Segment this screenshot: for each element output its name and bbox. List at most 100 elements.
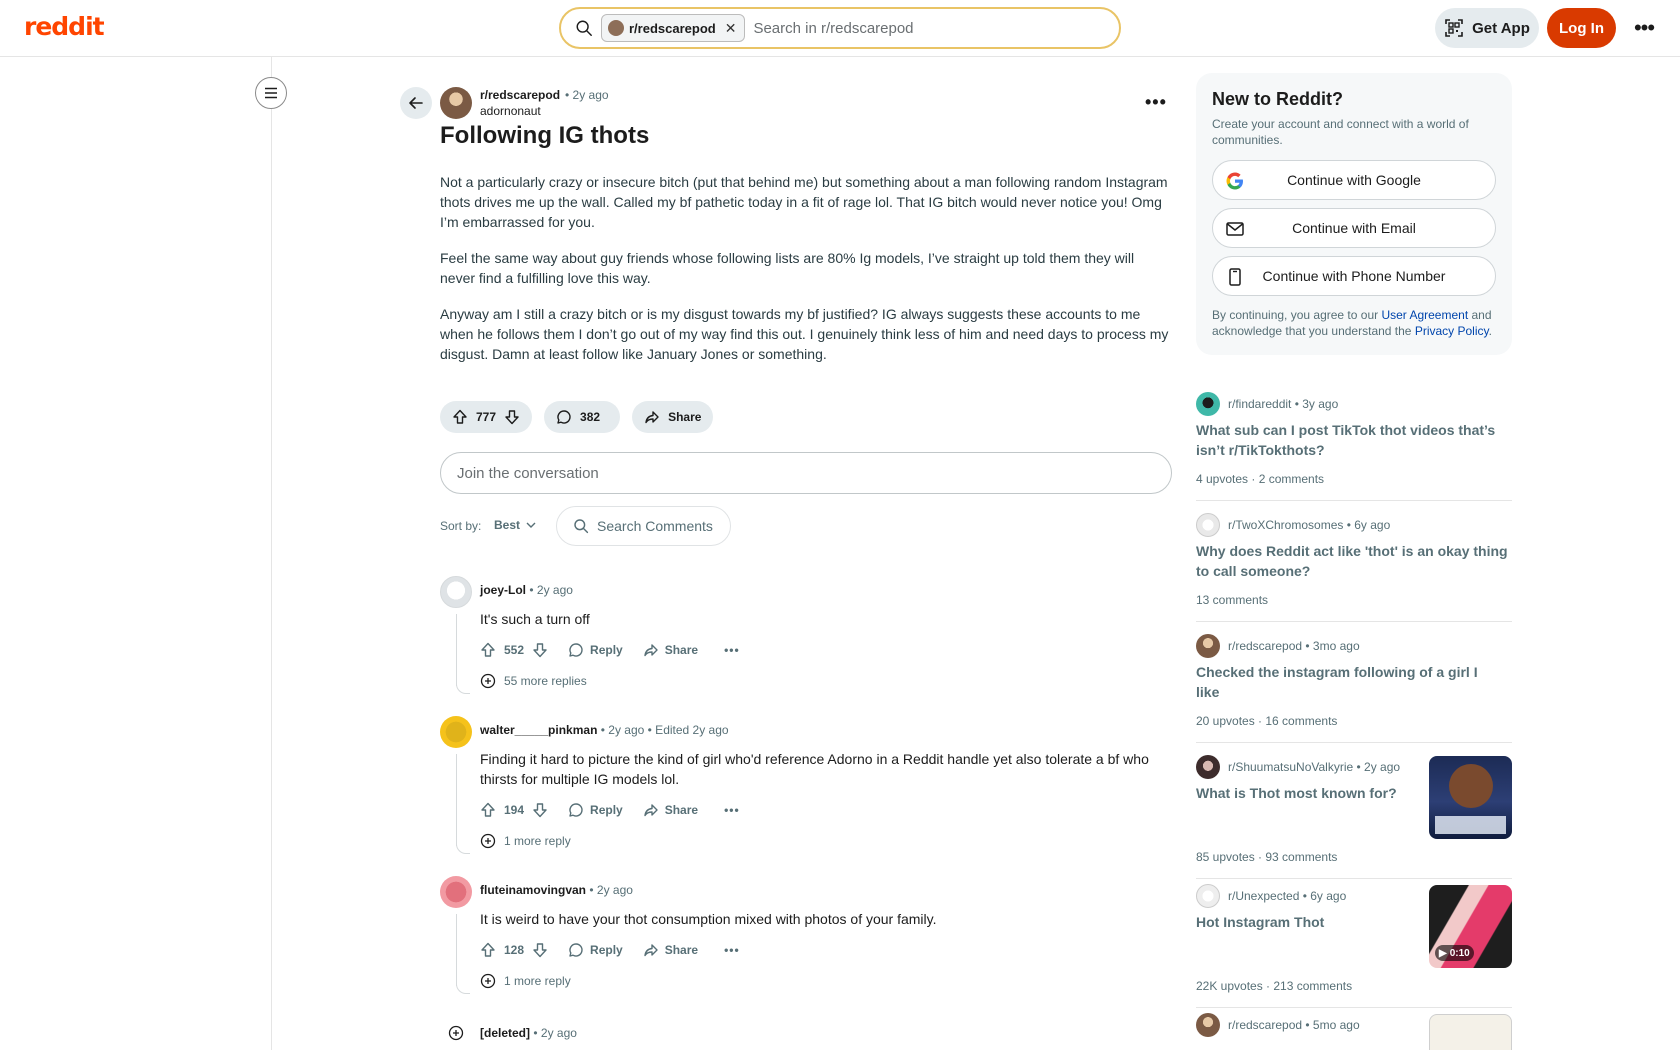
menu-icon [265, 87, 277, 99]
search-comments-button[interactable]: Search Comments [556, 506, 731, 546]
related-post-stats: 4 upvotes · 2 comments [1196, 472, 1325, 486]
post-vote-count: 777 [476, 410, 497, 424]
continue-with-google-button[interactable]: Continue with Google [1212, 160, 1496, 200]
related-post-subreddit[interactable]: r/ShuumatsuNoValkyrie [1228, 760, 1353, 774]
reply-button[interactable]: Reply [568, 802, 623, 818]
comment: joey-Lol • 2y ago It's such a turn off 5… [440, 576, 1172, 696]
comment-username[interactable]: joey-Lol [480, 583, 526, 597]
thumbnail-caption-bar [1435, 816, 1506, 834]
reply-button[interactable]: Reply [568, 642, 623, 658]
thread-line[interactable] [456, 754, 457, 846]
more-options-icon[interactable]: ••• [1630, 15, 1658, 40]
login-button[interactable]: Log In [1547, 8, 1616, 48]
post-more-options-icon[interactable]: ••• [1145, 92, 1167, 113]
comment-more-options-icon[interactable]: ••• [724, 943, 740, 957]
share-button[interactable]: Share [643, 942, 698, 958]
more-replies-button[interactable]: 1 more reply [480, 833, 571, 849]
plus-circle-icon [480, 673, 496, 689]
reply-button[interactable]: Reply [568, 942, 623, 958]
related-post-subreddit[interactable]: r/Unexpected [1228, 889, 1299, 903]
related-post-title[interactable]: What sub can I post TikTok thot videos t… [1196, 420, 1512, 460]
related-post-title[interactable]: Hot Instagram Thot [1196, 912, 1416, 932]
upvote-icon[interactable] [480, 802, 496, 818]
related-post[interactable]: r/redscarepod • 5mo ago [1196, 1013, 1512, 1050]
close-icon[interactable]: ✕ [725, 20, 737, 37]
related-post[interactable]: r/Unexpected • 6y ago Hot Instagram Thot… [1196, 884, 1512, 1008]
comment-more-options-icon[interactable]: ••• [724, 803, 740, 817]
thread-connector [456, 980, 470, 994]
avatar[interactable] [440, 876, 472, 908]
share-icon [644, 944, 658, 957]
downvote-icon[interactable] [504, 409, 520, 425]
get-app-label: Get App [1472, 19, 1530, 37]
thumbnail-figure [1449, 764, 1493, 808]
search-input[interactable] [753, 19, 1054, 37]
comment-more-options-icon[interactable]: ••• [724, 643, 740, 657]
downvote-icon[interactable] [532, 642, 548, 658]
continue-with-email-button[interactable]: Continue with Email [1212, 208, 1496, 248]
related-post-subreddit[interactable]: r/redscarepod [1228, 639, 1302, 653]
more-replies-button[interactable]: 1 more reply [480, 973, 571, 989]
downvote-icon[interactable] [532, 942, 548, 958]
chevron-down-icon [526, 522, 536, 528]
reddit-logo[interactable]: reddit [24, 12, 105, 41]
avatar [1196, 1013, 1220, 1037]
sort-dropdown[interactable]: Best [494, 518, 536, 532]
thread-line[interactable] [456, 914, 457, 986]
share-label: Share [664, 943, 699, 957]
upvote-icon[interactable] [480, 942, 496, 958]
user-agreement-link[interactable]: User Agreement [1381, 308, 1468, 322]
thread-line[interactable] [456, 614, 457, 686]
post-vote-control: 777 [440, 401, 533, 433]
related-post-stats: 85 upvotes · 93 comments [1196, 850, 1338, 864]
related-post-title[interactable]: What is Thot most known for? [1196, 783, 1416, 803]
search-bar[interactable]: r/redscarepod ✕ [559, 7, 1121, 49]
qr-code-icon [1445, 19, 1463, 37]
related-post[interactable]: r/findareddit • 3y ago What sub can I po… [1196, 392, 1512, 501]
subreddit-avatar[interactable] [440, 87, 472, 119]
related-post-title[interactable]: Why does Reddit act like 'thot' is an ok… [1196, 541, 1512, 581]
continue-with-phone-button[interactable]: Continue with Phone Number [1212, 256, 1496, 296]
comment-timestamp: • 2y ago [589, 883, 633, 897]
related-post-thumbnail[interactable] [1429, 756, 1512, 839]
more-replies-button[interactable]: 55 more replies [480, 673, 587, 689]
related-post-subreddit[interactable]: r/TwoXChromosomes [1228, 518, 1343, 532]
post-author-link[interactable]: adornonaut [480, 104, 541, 118]
get-app-button[interactable]: Get App [1435, 8, 1539, 48]
search-comments-label: Search Comments [597, 518, 713, 534]
related-post-header: r/ShuumatsuNoValkyrie • 2y ago [1196, 755, 1400, 779]
join-conversation-input[interactable]: Join the conversation [440, 452, 1172, 494]
back-button[interactable] [400, 87, 432, 119]
expand-comment-icon[interactable] [448, 1025, 464, 1041]
avatar[interactable] [440, 716, 472, 748]
post-subreddit-link[interactable]: r/redscarepod [480, 88, 560, 102]
legal-text-part: By continuing, you agree to our [1212, 308, 1382, 322]
related-post-subreddit[interactable]: r/redscarepod [1228, 1018, 1302, 1032]
expand-navigation-button[interactable] [255, 77, 287, 109]
upvote-icon[interactable] [452, 409, 468, 425]
comment-username[interactable]: walter_____pinkman [480, 723, 597, 737]
privacy-policy-link[interactable]: Privacy Policy [1415, 324, 1489, 338]
related-post[interactable]: r/TwoXChromosomes • 6y ago Why does Redd… [1196, 513, 1512, 622]
subreddit-search-chip[interactable]: r/redscarepod ✕ [601, 14, 746, 42]
related-post[interactable]: r/redscarepod • 3mo ago Checked the inst… [1196, 634, 1512, 743]
share-button[interactable]: Share [643, 802, 698, 818]
related-post[interactable]: r/ShuumatsuNoValkyrie • 2y ago What is T… [1196, 755, 1512, 879]
related-post-title[interactable]: Checked the instagram following of a gir… [1196, 662, 1496, 702]
related-post-time: • 3y ago [1294, 397, 1339, 411]
avatar [1196, 755, 1220, 779]
comment-header: [deleted] • 2y ago [480, 1026, 577, 1040]
avatar[interactable] [440, 576, 472, 608]
downvote-icon[interactable] [532, 802, 548, 818]
post-share-button[interactable]: Share [632, 401, 714, 433]
share-button[interactable]: Share [643, 642, 698, 658]
related-post-subreddit[interactable]: r/findareddit [1228, 397, 1291, 411]
upvote-icon[interactable] [480, 642, 496, 658]
related-post-time: • 3mo ago [1305, 639, 1360, 653]
post-comments-button[interactable]: 382 [544, 401, 621, 433]
comment-username[interactable]: fluteinamovingvan [480, 883, 586, 897]
related-post-thumbnail[interactable] [1429, 1014, 1512, 1050]
avatar [1196, 392, 1220, 416]
related-post-thumbnail[interactable]: ▶ 0:10 [1429, 885, 1512, 968]
subreddit-chip-label: r/redscarepod [629, 20, 716, 36]
